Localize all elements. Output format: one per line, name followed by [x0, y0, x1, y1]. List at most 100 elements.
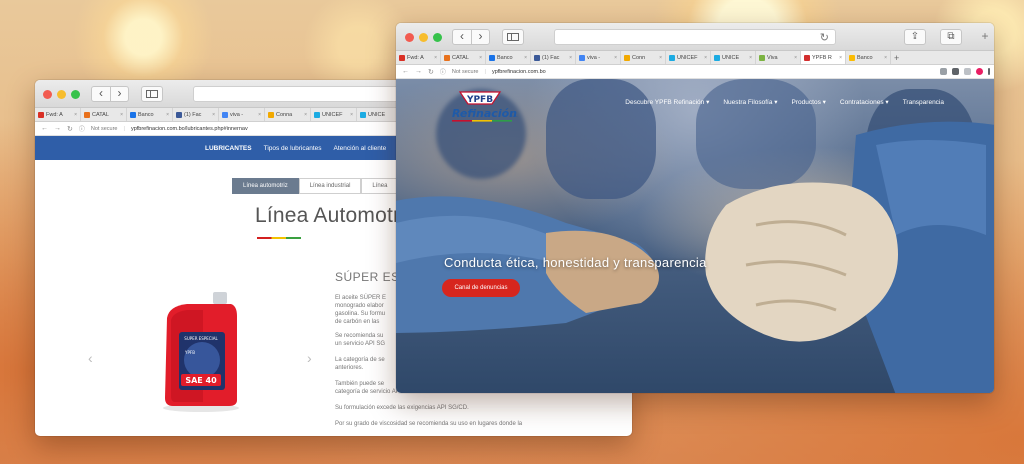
tab-close-icon[interactable]: × — [118, 112, 123, 118]
tab-close-icon[interactable]: × — [348, 112, 353, 118]
tab-close-icon[interactable]: × — [837, 55, 842, 61]
reload-icon[interactable]: ↻ — [428, 68, 434, 76]
tab-favicon-icon — [38, 112, 44, 118]
info-icon[interactable]: ⓘ — [440, 67, 446, 76]
nav-item-tipos[interactable]: Tipos de lubricantes — [264, 145, 322, 152]
browser-tab[interactable]: viva - × — [576, 51, 621, 64]
tab-label: Banco — [857, 55, 873, 61]
tab-favicon-icon — [669, 55, 675, 61]
forward-arrow-icon[interactable]: › — [110, 87, 128, 101]
reload-icon[interactable]: ↻ — [67, 125, 73, 133]
tab-close-icon[interactable]: × — [657, 55, 662, 61]
browser-tab[interactable]: Conn × — [621, 51, 666, 64]
nav-item-lubricantes[interactable]: LUBRICANTES — [205, 145, 252, 152]
tab-close-icon[interactable]: × — [477, 55, 482, 61]
right-url-text[interactable]: ypfbrefinacion.com.bo — [492, 69, 546, 75]
canal-denuncias-button[interactable]: Canal de denuncias — [442, 279, 520, 297]
forward-arrow-icon[interactable]: › — [471, 30, 489, 44]
back-icon[interactable]: ← — [41, 125, 48, 132]
new-window-plus-icon[interactable]: + — [978, 29, 992, 45]
browser-tab[interactable]: UNICE × — [711, 51, 756, 64]
browser-tab[interactable]: viva - × — [219, 108, 265, 121]
minimize-window-button[interactable] — [419, 33, 428, 42]
minimize-window-button[interactable] — [57, 90, 66, 99]
browser-tab[interactable]: CATAL × — [441, 51, 486, 64]
browser-tab[interactable]: Conna × — [265, 108, 311, 121]
tab-label: YPFB R — [812, 55, 832, 61]
tab-favicon-icon — [222, 112, 228, 118]
tab-label: viva - — [587, 55, 601, 61]
info-icon[interactable]: ⓘ — [79, 124, 85, 133]
nav-item-filosofia[interactable]: Nuestra Filosofía ▾ — [723, 98, 777, 106]
browser-tab[interactable]: (1) Fac × — [173, 108, 219, 121]
menu-kebab-icon[interactable] — [988, 68, 990, 75]
tab-close-icon[interactable]: × — [702, 55, 707, 61]
page-title: Línea Automotriz — [255, 204, 416, 227]
reload-icon[interactable]: ↻ — [820, 31, 829, 44]
sidebar-toggle-icon[interactable] — [502, 29, 524, 45]
tab-close-icon[interactable]: × — [302, 112, 307, 118]
right-url-field[interactable]: ↻ — [554, 29, 836, 45]
zoom-window-button[interactable] — [433, 33, 442, 42]
zoom-window-button[interactable] — [71, 90, 80, 99]
nav-item-productos[interactable]: Productos ▾ — [792, 98, 826, 106]
browser-tab[interactable]: Banco × — [846, 51, 891, 64]
left-url-text[interactable]: ypfbrefinacion.com.bo/lubricantes.php#in… — [131, 126, 248, 132]
product-title: SÚPER ES — [335, 270, 400, 284]
avatar[interactable] — [976, 68, 983, 75]
tab-close-icon[interactable]: × — [522, 55, 527, 61]
close-window-button[interactable] — [405, 33, 414, 42]
browser-tab[interactable]: Banco × — [127, 108, 173, 121]
tab-close-icon[interactable]: × — [72, 112, 77, 118]
forward-icon[interactable]: → — [54, 125, 61, 132]
tab-label: Viva — [767, 55, 778, 61]
browser-tab[interactable]: UNICEF × — [311, 108, 357, 121]
tab-close-icon[interactable]: × — [792, 55, 797, 61]
back-arrow-icon[interactable]: ‹ — [92, 87, 110, 101]
oil-bottle-image: SAE 40 SUPER ESPECIAL YPFB — [163, 292, 239, 412]
svg-text:YPFB: YPFB — [184, 350, 195, 355]
tab-close-icon[interactable]: × — [612, 55, 617, 61]
sidebar-toggle-icon[interactable] — [141, 86, 163, 102]
tab-close-icon[interactable]: × — [747, 55, 752, 61]
tab-linea-industrial[interactable]: Línea industrial — [298, 178, 362, 194]
tab-close-icon[interactable]: × — [432, 55, 437, 61]
close-window-button[interactable] — [43, 90, 52, 99]
browser-tab[interactable]: (1) Fac × — [531, 51, 576, 64]
new-tab-button[interactable]: + — [891, 51, 902, 64]
browser-tab[interactable]: Viva × — [756, 51, 801, 64]
back-arrow-icon[interactable]: ‹ — [453, 30, 471, 44]
tab-close-icon[interactable]: × — [882, 55, 887, 61]
tab-linea-automotriz[interactable]: Línea automotriz — [232, 178, 299, 194]
browser-tab[interactable]: Fwd: A × — [396, 51, 441, 64]
tab-close-icon[interactable]: × — [164, 112, 169, 118]
tab-close-icon[interactable]: × — [210, 112, 215, 118]
extension-icon[interactable] — [964, 68, 971, 75]
browser-tab[interactable]: CATAL × — [81, 108, 127, 121]
forward-icon[interactable]: → — [415, 68, 422, 75]
show-tabs-icon[interactable]: ⧉ — [940, 29, 962, 45]
svg-text:SAE 40: SAE 40 — [185, 376, 217, 385]
carousel-prev-icon[interactable]: ‹ — [88, 350, 93, 366]
tab-linea-other[interactable]: Línea — [361, 178, 399, 194]
nav-item-transparencia[interactable]: Transparencia — [903, 99, 944, 106]
browser-tab[interactable]: Banco × — [486, 51, 531, 64]
nav-item-atencion[interactable]: Atención al cliente — [334, 145, 387, 152]
star-icon[interactable] — [952, 68, 959, 75]
gloved-hand-image — [705, 121, 994, 393]
denim-arm-image — [396, 196, 659, 333]
back-icon[interactable]: ← — [402, 68, 409, 75]
translate-icon[interactable] — [940, 68, 947, 75]
browser-tab[interactable]: Fwd: A × — [35, 108, 81, 121]
nav-item-contrataciones[interactable]: Contrataciones ▾ — [840, 98, 889, 106]
tab-favicon-icon — [84, 112, 90, 118]
ypfb-logo[interactable]: YPFB Refinación S.A. — [448, 90, 524, 124]
tab-favicon-icon — [399, 55, 405, 61]
browser-tab[interactable]: YPFB R × — [801, 51, 846, 64]
browser-tab[interactable]: UNICEF × — [666, 51, 711, 64]
share-icon[interactable]: ⇪ — [904, 29, 926, 45]
nav-item-descubre[interactable]: Descubre YPFB Refinación ▾ — [625, 98, 709, 106]
carousel-next-icon[interactable]: › — [307, 350, 312, 366]
tab-close-icon[interactable]: × — [567, 55, 572, 61]
tab-close-icon[interactable]: × — [256, 112, 261, 118]
